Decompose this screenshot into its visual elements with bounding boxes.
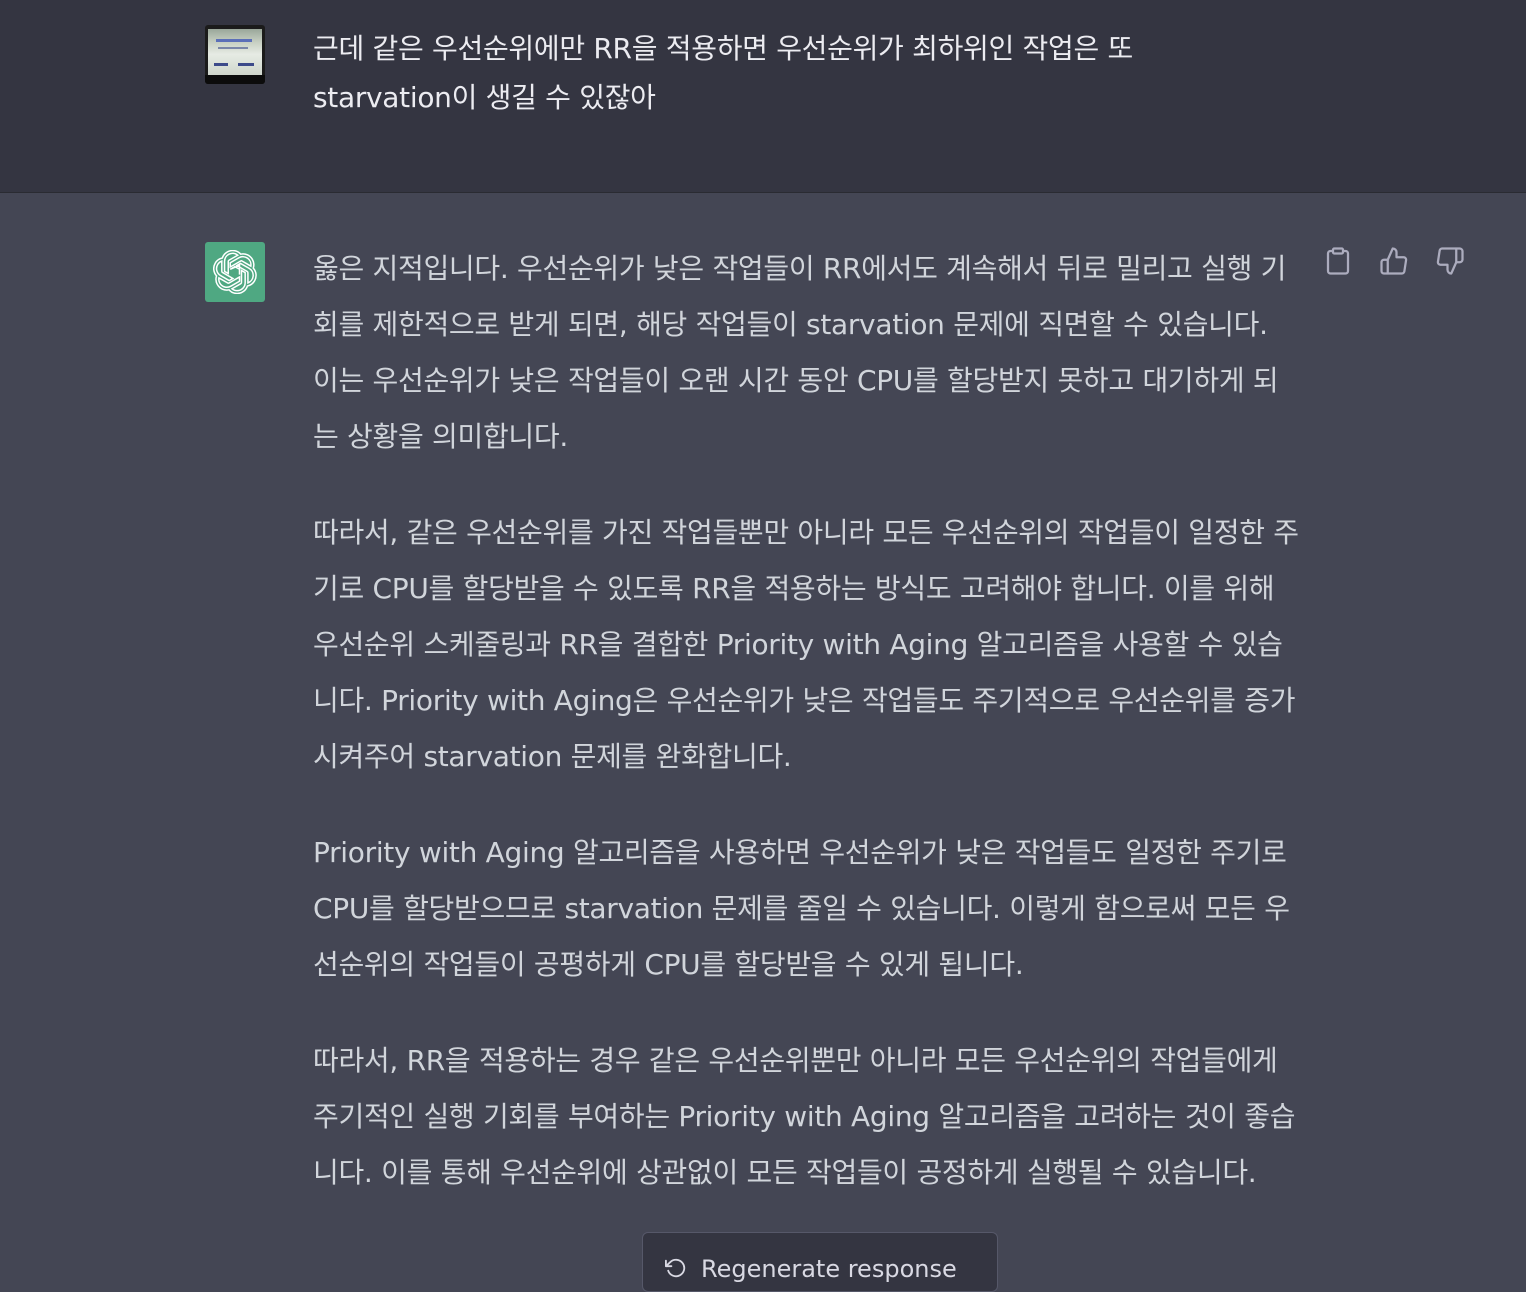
- thumbs-down-icon: [1436, 247, 1464, 275]
- user-photo-avatar-icon: [208, 29, 262, 75]
- message-actions: [1320, 243, 1468, 279]
- thumbs-up-icon: [1380, 247, 1408, 275]
- assistant-avatar: [205, 242, 265, 302]
- dislike-button[interactable]: [1432, 243, 1468, 279]
- like-button[interactable]: [1376, 243, 1412, 279]
- assistant-message-row: 옳은 지적입니다. 우선순위가 낮은 작업들이 RR에서도 계속해서 뒤로 밀리…: [0, 193, 1526, 1268]
- copy-button[interactable]: [1320, 243, 1356, 279]
- openai-logo-icon: [213, 250, 257, 294]
- user-message-text: 근데 같은 우선순위에만 RR을 적용하면 우선순위가 최하위인 작업은 또 s…: [313, 32, 1142, 114]
- user-message-row: 근데 같은 우선순위에만 RR을 적용하면 우선순위가 최하위인 작업은 또 s…: [0, 0, 1526, 193]
- regenerate-label: Regenerate response: [701, 1255, 957, 1283]
- assistant-message-text: 옳은 지적입니다. 우선순위가 낮은 작업들이 RR에서도 계속해서 뒤로 밀리…: [313, 241, 1299, 1241]
- answer-paragraph-3: Priority with Aging 알고리즘을 사용하면 우선순위가 낮은 …: [313, 836, 1290, 981]
- clipboard-icon: [1326, 247, 1350, 275]
- user-avatar: [205, 25, 265, 84]
- refresh-icon: [665, 1258, 686, 1278]
- answer-paragraph-1: 옳은 지적입니다. 우선순위가 낮은 작업들이 RR에서도 계속해서 뒤로 밀리…: [313, 252, 1287, 453]
- regenerate-response-button[interactable]: Regenerate response: [642, 1232, 998, 1292]
- answer-paragraph-4: 따라서, RR을 적용하는 경우 같은 우선순위뿐만 아니라 모든 우선순위의 …: [313, 1044, 1296, 1189]
- answer-paragraph-2: 따라서, 같은 우선순위를 가진 작업들뿐만 아니라 모든 우선순위의 작업들이…: [313, 516, 1299, 773]
